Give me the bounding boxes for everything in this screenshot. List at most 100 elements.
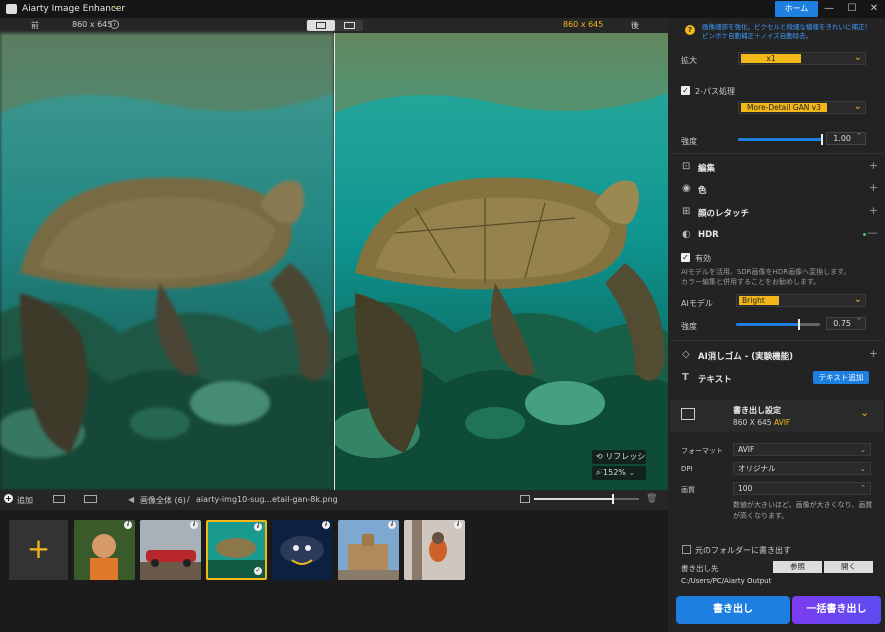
- scale-dropdown[interactable]: x1 ⌄: [738, 52, 866, 65]
- edit-icon: ⊡: [682, 161, 691, 172]
- info-icon[interactable]: i: [110, 20, 119, 29]
- quality-input[interactable]: 100 ⌃: [733, 482, 871, 495]
- chevron-down-icon[interactable]: ⌄: [112, 2, 120, 12]
- grid-view-icon[interactable]: [53, 495, 65, 503]
- active-dot: [863, 233, 866, 236]
- trash-icon[interactable]: 🗑: [646, 494, 657, 504]
- breadcrumb-all[interactable]: 画像全体 (6): [140, 495, 186, 506]
- stepper-icon[interactable]: ⌃: [856, 132, 862, 140]
- chevron-down-icon: ⌄: [853, 52, 862, 63]
- maximize-icon[interactable]: ☐: [842, 1, 862, 17]
- thumb-size-slider[interactable]: [534, 494, 639, 504]
- hdr-model-label: AIモデル: [681, 299, 713, 308]
- check-icon: ✓: [254, 567, 262, 575]
- section-eraser[interactable]: ◇ AI消しゴム - (実験機能) +: [672, 344, 882, 366]
- thumbnail-child[interactable]: i: [74, 520, 135, 580]
- app-title: Aiarty Image Enhancer: [22, 4, 126, 14]
- thumbnail-turtle[interactable]: i ✓: [206, 520, 267, 580]
- compare-divider[interactable]: [334, 33, 335, 490]
- export-button[interactable]: 書き出し: [676, 596, 790, 624]
- before-label: 前: [31, 21, 39, 30]
- hdr-model-dropdown[interactable]: Bright ⌄: [736, 294, 866, 307]
- thumbnail-castle[interactable]: i: [338, 520, 399, 580]
- add-button[interactable]: 追加: [17, 495, 33, 506]
- format-dropdown[interactable]: AVIF ⌄: [733, 443, 871, 456]
- thumbnail-bird[interactable]: i: [404, 520, 465, 580]
- split-view-icon[interactable]: [307, 20, 335, 31]
- section-color[interactable]: ◉ 色 +: [672, 178, 882, 200]
- dest-path: C:/Users/PC/Aiarty Output: [681, 577, 772, 585]
- thumbnail-info-icon[interactable]: i: [388, 521, 396, 529]
- hdr-icon: ◐: [682, 229, 691, 240]
- open-button[interactable]: 開く: [824, 561, 873, 573]
- refresh-icon: ⟲: [596, 452, 606, 461]
- refresh-button[interactable]: ⟲ リフレッシュ: [592, 450, 646, 475]
- browse-button[interactable]: 参照: [773, 561, 822, 573]
- strip-view-icon[interactable]: [84, 495, 97, 503]
- help-icon[interactable]: ?: [685, 25, 695, 35]
- thumbnail-info-icon[interactable]: i: [124, 521, 132, 529]
- eraser-icon: ◇: [682, 349, 690, 360]
- chevron-down-icon: ⌄: [853, 101, 862, 112]
- export-size: 860 X 645 AVIF: [733, 418, 791, 427]
- palette-icon: ◉: [682, 183, 691, 194]
- plus-icon[interactable]: +: [869, 181, 878, 194]
- thumbnail-info-icon[interactable]: i: [454, 521, 462, 529]
- expand-icon[interactable]: ⌄: [860, 406, 869, 419]
- strength-slider[interactable]: [738, 134, 823, 145]
- plus-icon[interactable]: +: [869, 204, 878, 217]
- breadcrumb-file: aiarty-img10-sug...etail-gan-8k.png: [196, 495, 338, 504]
- dpi-dropdown[interactable]: オリジナル ⌄: [733, 462, 871, 475]
- app-logo-icon: [6, 4, 17, 14]
- close-icon[interactable]: ✕: [864, 1, 884, 17]
- thumbnail-dog[interactable]: i: [272, 520, 333, 580]
- thumbnail-car[interactable]: i: [140, 520, 201, 580]
- source-folder-checkbox[interactable]: [682, 545, 691, 554]
- dpi-label: DPI: [681, 465, 693, 473]
- divider-line: [670, 340, 883, 341]
- after-size: 860 x 645: [563, 20, 604, 29]
- after-image[interactable]: [335, 33, 668, 490]
- strength-label: 強度: [681, 137, 697, 146]
- breadcrumb-sep: /: [187, 495, 190, 504]
- minimize-icon[interactable]: —: [819, 1, 839, 17]
- hint-text: 画像細部を強化。ピクセルと微細な模様をきれいに補正！ ピンボケ自動補正＋ノイズ自動…: [702, 23, 871, 40]
- hdr-strength-label: 強度: [681, 322, 697, 331]
- thumbnail-info-icon[interactable]: i: [190, 521, 198, 529]
- twopass-model-dropdown[interactable]: More-Detail GAN v3 ⌄: [738, 101, 866, 114]
- hdr-strength-slider[interactable]: [736, 319, 820, 330]
- section-edit[interactable]: ⊡ 編集 +: [672, 156, 882, 178]
- thumbnail-info-icon[interactable]: i: [254, 523, 262, 531]
- batch-export-button[interactable]: 一括書き出し: [792, 596, 881, 624]
- stepper-icon[interactable]: ⌃: [856, 317, 862, 325]
- export-settings-icon: [681, 408, 695, 420]
- thumbnail-info-icon[interactable]: i: [322, 521, 330, 529]
- before-image[interactable]: [0, 33, 334, 490]
- title-bar: [0, 0, 885, 18]
- hdr-enable-label: 有効: [695, 254, 711, 263]
- hdr-enable-checkbox[interactable]: ✓: [681, 253, 690, 262]
- dest-label: 書き出し先: [681, 564, 719, 573]
- chevron-down-icon: ⌄: [853, 294, 862, 305]
- divider-line: [670, 153, 883, 154]
- after-label: 後: [631, 21, 639, 30]
- zoom-dropdown[interactable]: ⌕ 152% ⌄: [592, 466, 646, 480]
- twopass-label: 2-パス処理: [695, 87, 735, 96]
- add-text-button[interactable]: テキスト追加: [813, 371, 869, 384]
- add-icon[interactable]: +: [4, 494, 13, 503]
- section-hdr[interactable]: ◐ HDR —: [672, 224, 882, 246]
- home-button[interactable]: ホーム: [775, 1, 818, 17]
- plus-icon[interactable]: +: [869, 347, 878, 360]
- back-arrow-icon[interactable]: ◀: [128, 495, 134, 504]
- quality-label: 画質: [681, 486, 695, 494]
- plus-icon[interactable]: +: [869, 159, 878, 172]
- hdr-description: AIモデルを活用、SDR画像をHDR画像へ変換します。 カラー編集と併用することを…: [681, 268, 851, 286]
- add-image-button[interactable]: +: [9, 520, 68, 580]
- before-size: 860 x 645: [72, 20, 113, 29]
- side-by-side-icon[interactable]: [336, 20, 363, 31]
- format-label: フォーマット: [681, 447, 723, 455]
- twopass-checkbox[interactable]: ✓: [681, 86, 690, 95]
- section-face[interactable]: ⊞ 顔のレタッチ +: [672, 201, 882, 223]
- collapse-icon[interactable]: —: [867, 226, 878, 239]
- face-icon: ⊞: [682, 206, 691, 217]
